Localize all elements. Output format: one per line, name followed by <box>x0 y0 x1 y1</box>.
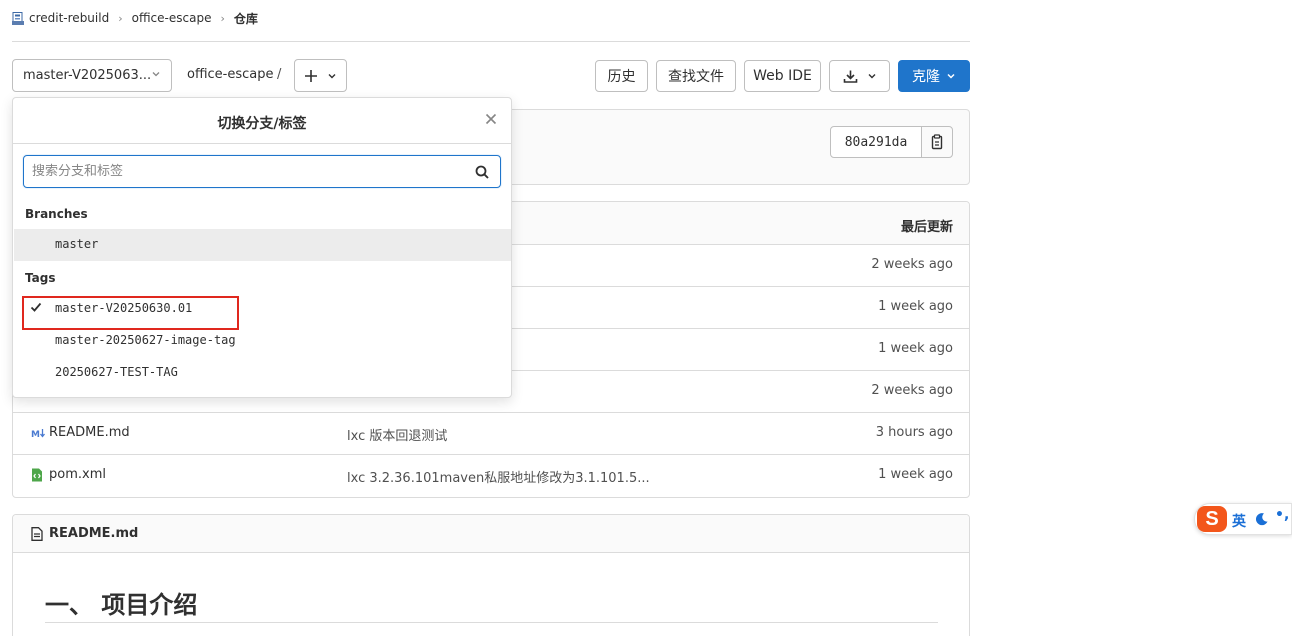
chevron-down-icon <box>868 74 875 79</box>
ime-language-toggle[interactable]: 英 <box>1232 511 1246 531</box>
tags-section-label: Tags <box>25 271 56 285</box>
download-icon <box>843 70 857 83</box>
ime-punctuation-toggle[interactable]: •, <box>1275 507 1289 523</box>
last-update-time: 1 week ago <box>878 299 953 314</box>
svg-text:M: M <box>31 430 40 440</box>
breadcrumb-project[interactable]: office-escape <box>132 11 212 25</box>
repo-path-separator: / <box>277 67 282 82</box>
sogou-logo-icon[interactable]: S <box>1197 506 1227 532</box>
branch-switcher-label: master-V2025063... <box>23 68 152 83</box>
dropdown-divider <box>13 143 511 144</box>
file-text-icon <box>31 527 43 541</box>
ref-search-field[interactable] <box>23 155 501 188</box>
plus-icon <box>305 69 317 82</box>
file-name[interactable]: README.md <box>49 425 130 440</box>
search-icon <box>475 165 489 183</box>
branch-switcher-button[interactable]: master-V2025063... <box>12 59 172 92</box>
last-update-time: 1 week ago <box>878 341 953 356</box>
add-file-dropdown-button[interactable] <box>294 59 347 92</box>
breadcrumb-chevron-icon: › <box>220 11 225 25</box>
column-last-update: 最后更新 <box>900 220 953 235</box>
tag-item-label: master-20250627-image-tag <box>55 333 236 347</box>
web-ide-button[interactable]: Web IDE <box>744 60 821 92</box>
tag-item-label: 20250627-TEST-TAG <box>55 365 178 379</box>
annotation-highlight-box <box>22 296 239 330</box>
table-row[interactable]: pom.xml lxc 3.2.36.101maven私服地址修改为3.1.10… <box>13 455 969 497</box>
breadcrumb: credit-rebuild › office-escape › 仓库 <box>12 8 258 28</box>
last-update-time: 2 weeks ago <box>871 383 953 398</box>
header-divider <box>12 41 970 42</box>
repo-path-root[interactable]: office-escape <box>187 67 274 82</box>
readme-title[interactable]: README.md <box>49 526 138 541</box>
breadcrumb-current[interactable]: 仓库 <box>234 10 258 27</box>
last-update-time: 1 week ago <box>878 467 953 482</box>
branch-item-label: master <box>55 237 99 251</box>
ref-search-input[interactable] <box>24 156 464 187</box>
file-name[interactable]: pom.xml <box>49 467 106 482</box>
last-update-time: 2 weeks ago <box>871 257 953 272</box>
clone-label: 克隆 <box>912 69 940 85</box>
commit-message[interactable]: lxc 版本回退测试 <box>347 425 447 444</box>
readme-header: README.md <box>13 515 969 553</box>
branch-item-master[interactable]: master <box>14 229 511 261</box>
chevron-down-icon <box>151 69 161 82</box>
breadcrumb-group[interactable]: credit-rebuild <box>29 11 109 25</box>
close-icon[interactable] <box>485 111 497 129</box>
project-avatar-icon <box>12 11 24 25</box>
copy-sha-button[interactable] <box>921 126 953 158</box>
last-update-time: 3 hours ago <box>875 425 953 440</box>
history-button[interactable]: 历史 <box>595 60 648 92</box>
branches-section-label: Branches <box>25 207 88 221</box>
find-file-button[interactable]: 查找文件 <box>656 60 736 92</box>
ref-switcher-dropdown: 切换分支/标签 Branches master Tags master-V202… <box>12 97 512 398</box>
readme-heading: 一、 项目介绍 <box>45 591 198 619</box>
readme-panel: README.md 一、 项目介绍 <box>12 514 970 636</box>
dropdown-title: 切换分支/标签 <box>217 116 307 132</box>
moon-icon[interactable] <box>1255 512 1269 530</box>
clone-dropdown-button[interactable]: 克隆 <box>898 60 970 92</box>
table-row[interactable]: M README.md lxc 版本回退测试 3 hours ago <box>13 413 969 455</box>
commit-sha[interactable]: 80a291da <box>830 126 922 158</box>
download-dropdown-button[interactable] <box>829 60 890 92</box>
tag-item[interactable]: 20250627-TEST-TAG <box>14 357 511 389</box>
commit-message[interactable]: lxc 3.2.36.101maven私服地址修改为3.1.101.5... <box>347 467 650 486</box>
chevron-down-icon <box>328 73 336 78</box>
markdown-file-icon: M <box>31 426 46 440</box>
chevron-down-icon <box>947 73 955 79</box>
copy-icon <box>931 134 943 150</box>
xml-file-icon <box>31 468 45 482</box>
ime-toolbar[interactable]: S 英 •, <box>1194 503 1292 535</box>
breadcrumb-chevron-icon: › <box>118 11 123 25</box>
heading-divider <box>45 622 938 623</box>
